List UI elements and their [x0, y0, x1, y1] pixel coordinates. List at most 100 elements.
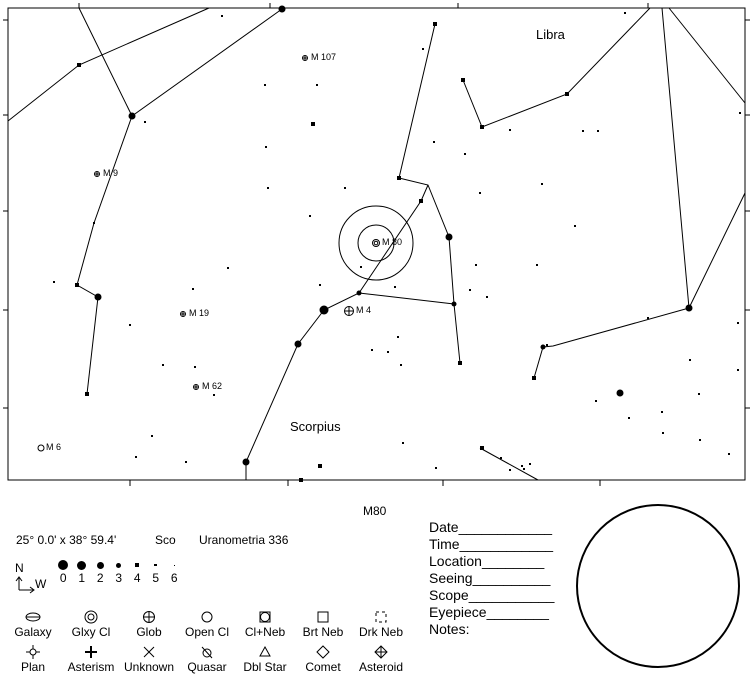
star-mark	[402, 442, 404, 444]
legend-open-cl: Open Cl	[178, 609, 236, 639]
obs-eyepiece[interactable]: Eyepiece________	[429, 604, 554, 621]
legend-row-2: Plan Asterism Unknown Quasar Dbl Star Co…	[4, 644, 410, 674]
bright-nebula-icon	[317, 611, 329, 623]
obs-notes[interactable]: Notes:	[429, 621, 554, 638]
star-mark	[739, 112, 741, 114]
star-mark	[419, 199, 423, 203]
star-mark	[128, 112, 136, 120]
m9-glob-icon[interactable]	[94, 171, 100, 177]
star-mark	[616, 389, 624, 397]
star-mark	[565, 92, 569, 96]
obs-label: Notes:	[429, 621, 470, 637]
m19-glob-icon[interactable]	[180, 311, 186, 317]
legend-asteroid: Asteroid	[352, 644, 410, 674]
star-mark	[394, 286, 396, 288]
star-mark	[500, 457, 502, 459]
star-mark	[582, 130, 584, 132]
star-mark	[699, 439, 701, 441]
asteroid-icon	[374, 645, 388, 659]
comet-icon	[316, 645, 330, 659]
star-mark	[595, 400, 597, 402]
planet-icon	[26, 645, 40, 659]
magnitude-scale: 0 1 2 3 4 5 6	[54, 559, 184, 585]
mag-5-dot-icon	[154, 564, 158, 566]
mag-label: 4	[133, 571, 141, 585]
m80-glxycl-icon[interactable]	[372, 239, 380, 247]
legend-glob: Glob	[120, 609, 178, 639]
star-chart	[3, 3, 750, 668]
star-mark	[185, 461, 187, 463]
object-label-m6[interactable]: M 6	[46, 442, 61, 452]
star-mark	[433, 141, 435, 143]
orientation-arrow-icon	[15, 576, 35, 594]
star-mark	[309, 215, 311, 217]
mag-label: 0	[59, 571, 67, 585]
globular-cluster-icon	[143, 611, 155, 623]
star-mark	[574, 225, 576, 227]
legend-asterism: Asterism	[62, 644, 120, 674]
star-mark	[458, 361, 462, 365]
obs-time[interactable]: Time____________	[429, 536, 554, 553]
legend-label: Drk Neb	[358, 625, 403, 639]
obs-seeing[interactable]: Seeing__________	[429, 570, 554, 587]
star-mark	[521, 465, 523, 467]
double-star-icon	[259, 645, 271, 657]
object-label-m4[interactable]: M 4	[356, 305, 371, 315]
legend-label: Asterism	[67, 660, 115, 674]
star-mark	[93, 222, 95, 224]
mag-2-dot-icon	[96, 561, 104, 569]
m6-open-icon[interactable]	[37, 444, 45, 452]
star-mark	[628, 417, 630, 419]
star-mark	[192, 288, 194, 290]
star-mark	[85, 392, 89, 396]
star-mark	[397, 336, 399, 338]
galaxy-icon	[25, 612, 41, 622]
m4-glob-icon[interactable]	[344, 306, 354, 316]
star-mark	[129, 324, 131, 326]
obs-line: ____________	[458, 519, 553, 535]
star-mark	[486, 296, 488, 298]
mag-4-dot-icon	[135, 563, 140, 567]
galaxy-cluster-icon	[84, 610, 98, 624]
m62-glob-icon[interactable]	[193, 384, 199, 390]
star-mark	[194, 366, 196, 368]
cluster-nebula-icon	[259, 611, 271, 623]
mag-label: 5	[152, 571, 160, 585]
legend-label: Brt Neb	[302, 625, 344, 639]
star-mark	[319, 284, 321, 286]
obs-date[interactable]: Date____________	[429, 519, 554, 536]
star-mark	[541, 183, 543, 185]
obs-location[interactable]: Location________	[429, 553, 554, 570]
mag-1-dot-icon	[77, 560, 87, 570]
star-mark	[400, 364, 402, 366]
object-label-m19[interactable]: M 19	[189, 308, 209, 318]
star-mark	[737, 322, 739, 324]
open-cluster-icon	[201, 611, 213, 623]
star-mark	[597, 130, 599, 132]
legend-galaxy: Galaxy	[4, 609, 62, 639]
obs-label: Scope	[429, 587, 469, 603]
dark-nebula-icon	[375, 611, 387, 623]
star-mark	[480, 125, 484, 129]
quasar-icon	[201, 646, 213, 659]
sketch-circle[interactable]	[576, 504, 740, 668]
legend-label: Quasar	[187, 660, 227, 674]
map-frame	[7, 7, 746, 481]
observation-form: Date____________ Time____________ Locati…	[429, 519, 554, 638]
star-mark	[242, 458, 250, 466]
star-mark	[264, 84, 266, 86]
object-label-m80[interactable]: M 80	[382, 237, 402, 247]
constellation-label-scorpius: Scorpius	[290, 419, 341, 434]
m107-glob-icon[interactable]	[302, 55, 308, 61]
legend-label: Open Cl	[184, 625, 230, 639]
legend-quasar: Quasar	[178, 644, 236, 674]
object-label-m107[interactable]: M 107	[311, 52, 336, 62]
object-label-m62[interactable]: M 62	[202, 381, 222, 391]
legend-label: Glxy Cl	[71, 625, 111, 639]
star-mark	[294, 340, 302, 348]
object-label-m9[interactable]: M 9	[103, 168, 118, 178]
obs-scope[interactable]: Scope___________	[429, 587, 554, 604]
star-mark	[624, 12, 626, 14]
legend-brt-neb: Brt Neb	[294, 609, 352, 639]
star-mark	[647, 317, 649, 319]
